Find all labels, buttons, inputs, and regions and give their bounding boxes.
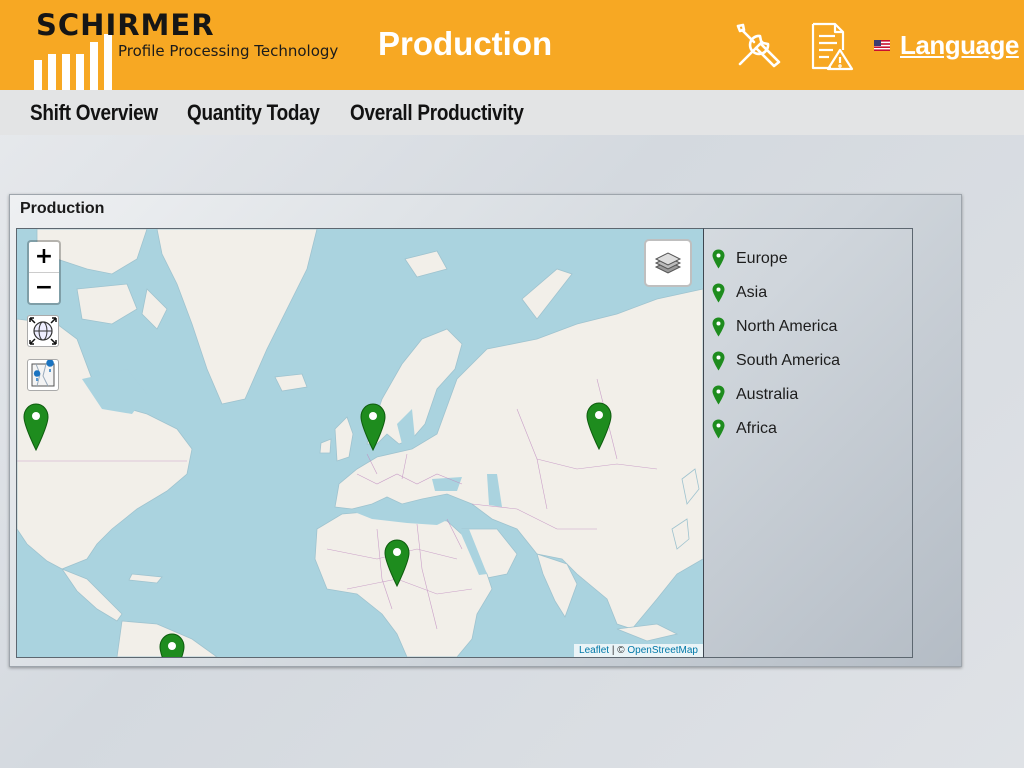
legend-label: Australia: [736, 386, 799, 403]
map-markers-icon: [31, 359, 55, 387]
us-flag-icon: [874, 40, 890, 51]
production-panel: Production + − Leaflet | © OpenStreetMap…: [9, 194, 962, 667]
marker-africa[interactable]: [384, 539, 410, 587]
zoom-in-button[interactable]: +: [29, 242, 59, 273]
layers-control[interactable]: [644, 239, 692, 287]
document-warning-icon[interactable]: [809, 22, 855, 72]
nav-shift-overview[interactable]: Shift Overview: [30, 100, 158, 126]
green-marker-icon: [712, 283, 725, 303]
marker-south-america[interactable]: [159, 633, 185, 658]
zoom-control: + −: [27, 240, 61, 305]
green-marker-icon: [712, 351, 725, 371]
brand-tagline: Profile Processing Technology: [118, 42, 339, 60]
map-attribution: Leaflet | © OpenStreetMap: [574, 644, 703, 657]
marker-europe[interactable]: [360, 403, 386, 451]
legend-item-europe[interactable]: Europe: [712, 248, 788, 270]
region-legend: Europe Asia North America South America …: [703, 228, 913, 658]
tools-icon[interactable]: [734, 22, 784, 70]
legend-item-australia[interactable]: Australia: [712, 384, 798, 406]
language-selector[interactable]: Language: [874, 30, 1019, 61]
marker-north-america[interactable]: [23, 403, 49, 451]
legend-label: South America: [736, 352, 841, 369]
legend-item-africa[interactable]: Africa: [712, 418, 777, 440]
fit-markers-button[interactable]: [27, 359, 59, 391]
green-marker-icon: [712, 385, 725, 405]
openstreetmap-link[interactable]: OpenStreetMap: [627, 645, 698, 656]
panel-title: Production: [20, 200, 105, 217]
legend-item-south-america[interactable]: South America: [712, 350, 840, 372]
page-title: Production: [378, 25, 553, 62]
marker-asia[interactable]: [586, 402, 612, 450]
globe-icon: [29, 317, 57, 345]
leaflet-link[interactable]: Leaflet: [579, 645, 609, 656]
logo-bars-graphic: [34, 34, 112, 90]
nav-quantity-today[interactable]: Quantity Today: [187, 100, 320, 126]
green-marker-icon: [712, 419, 725, 439]
legend-label: Europe: [736, 250, 788, 267]
layers-icon: [654, 252, 682, 274]
green-marker-icon: [712, 317, 725, 337]
legend-label: Africa: [736, 420, 777, 437]
legend-label: North America: [736, 318, 838, 335]
schirmer-logo: SCHIRMER Profile Processing Technology: [0, 0, 340, 90]
language-link[interactable]: Language: [900, 30, 1019, 61]
legend-label: Asia: [736, 284, 768, 301]
main-nav: Shift Overview Quantity Today Overall Pr…: [0, 90, 1024, 135]
zoom-out-button[interactable]: −: [29, 273, 59, 303]
fit-world-button[interactable]: [27, 315, 59, 347]
nav-overall-productivity[interactable]: Overall Productivity: [350, 100, 524, 126]
green-marker-icon: [712, 249, 725, 269]
brand-name: SCHIRMER: [36, 8, 215, 42]
app-header: SCHIRMER Profile Processing Technology P…: [0, 0, 1024, 90]
attribution-separator: | ©: [609, 645, 628, 656]
legend-item-asia[interactable]: Asia: [712, 282, 767, 304]
world-map[interactable]: + − Leaflet | © OpenStreetMap: [16, 228, 704, 658]
legend-item-north-america[interactable]: North America: [712, 316, 837, 338]
